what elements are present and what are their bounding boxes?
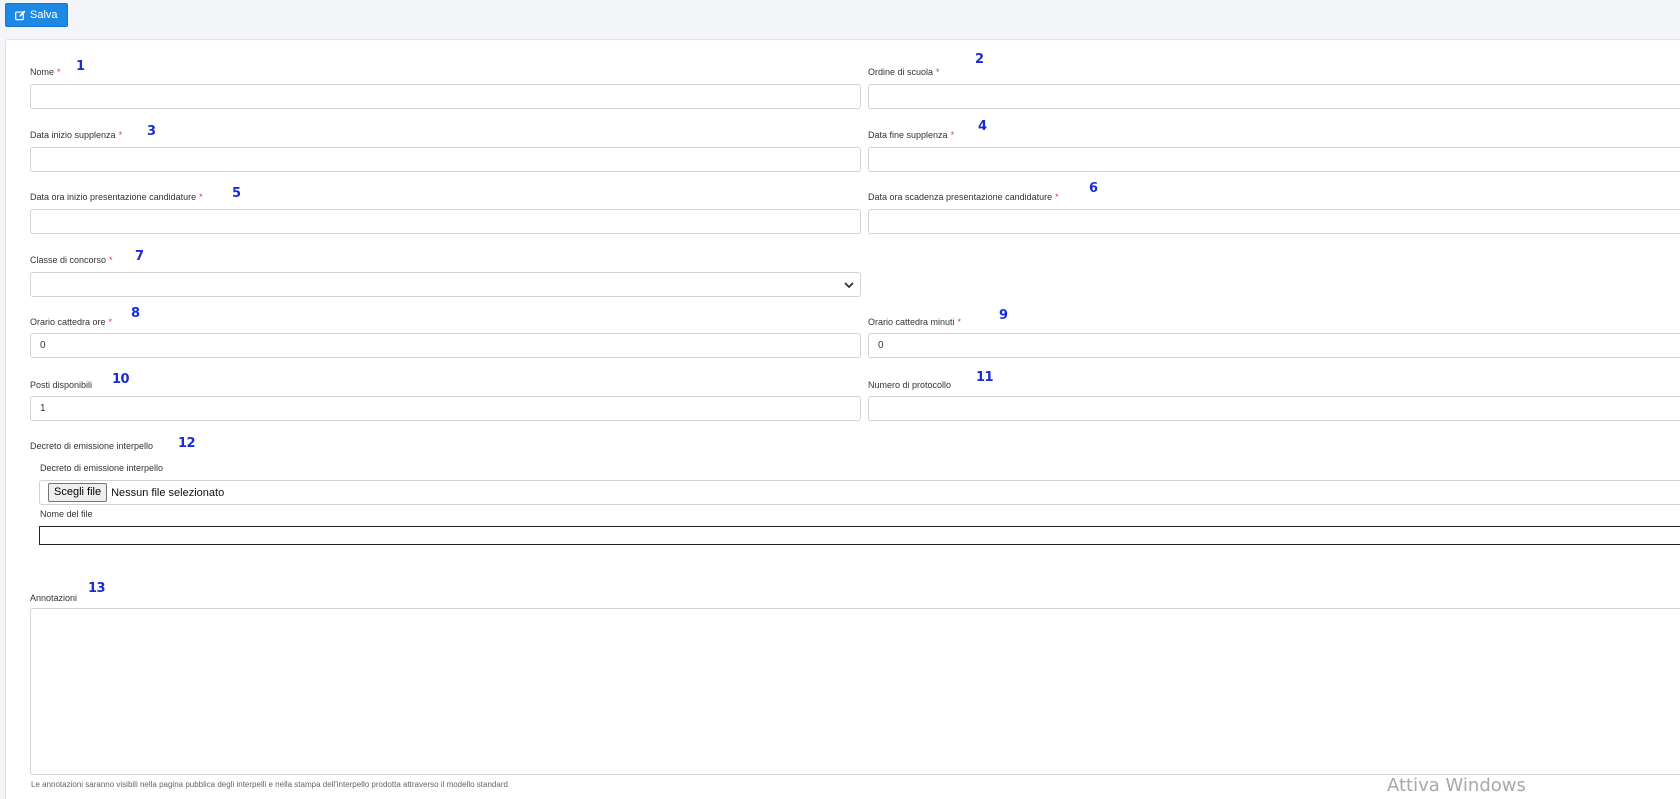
numero-di-protocollo-input[interactable] bbox=[868, 396, 1680, 421]
orario-cattedra-minuti-input[interactable]: 0 bbox=[868, 333, 1680, 358]
choose-file-button[interactable]: Scegli file bbox=[48, 483, 108, 502]
annotation-number-9: 9 bbox=[999, 308, 1008, 323]
edit-icon bbox=[15, 10, 26, 20]
annotation-number-12: 12 bbox=[178, 436, 196, 451]
numero-di-protocollo-label: Numero di protocollo bbox=[868, 380, 952, 390]
decreto-file-label: Decreto di emissione interpello bbox=[40, 463, 164, 473]
annotation-number-10: 10 bbox=[112, 372, 130, 387]
annotazioni-textarea[interactable] bbox=[30, 608, 1680, 775]
data-ora-inizio-presentazione-input[interactable] bbox=[30, 209, 861, 234]
nome-label: Nome * bbox=[30, 67, 61, 77]
data-ora-inizio-presentazione-label: Data ora inizio presentazione candidatur… bbox=[30, 192, 203, 202]
nome-input[interactable] bbox=[30, 84, 861, 109]
data-fine-supplenza-label: Data fine supplenza * bbox=[868, 130, 955, 140]
annotazioni-help-text: Le annotazioni saranno visibili nella pa… bbox=[31, 780, 508, 789]
save-button[interactable]: Salva bbox=[5, 3, 68, 27]
ordine-di-scuola-label: Ordine di scuola * bbox=[868, 67, 940, 77]
ordine-di-scuola-input[interactable] bbox=[868, 84, 1680, 109]
decreto-section-label: Decreto di emissione interpello bbox=[30, 441, 154, 451]
posti-disponibili-input[interactable]: 1 bbox=[30, 396, 861, 421]
annotation-number-7: 7 bbox=[135, 249, 144, 264]
orario-cattedra-minuti-label: Orario cattedra minuti * bbox=[868, 317, 962, 327]
nome-del-file-input[interactable] bbox=[39, 526, 1680, 545]
data-fine-supplenza-input[interactable] bbox=[868, 147, 1680, 172]
data-ora-scadenza-presentazione-input[interactable] bbox=[868, 209, 1680, 234]
annotazioni-label: Annotazioni bbox=[30, 593, 78, 603]
toolbar: Salva bbox=[0, 0, 1680, 38]
file-status-text: Nessun file selezionato bbox=[111, 486, 225, 499]
posti-disponibili-label: Posti disponibili bbox=[30, 380, 93, 390]
annotation-number-4: 4 bbox=[978, 119, 987, 134]
classe-di-concorso-label: Classe di concorso * bbox=[30, 255, 113, 265]
annotation-number-6: 6 bbox=[1089, 181, 1098, 196]
data-inizio-supplenza-label: Data inizio supplenza * bbox=[30, 130, 123, 140]
save-button-label: Salva bbox=[30, 9, 58, 21]
annotation-number-2: 2 bbox=[975, 52, 984, 67]
annotation-number-13: 13 bbox=[88, 581, 106, 596]
annotation-number-3: 3 bbox=[147, 124, 156, 139]
annotation-number-1: 1 bbox=[76, 59, 85, 74]
decreto-file-input[interactable]: Scegli file Nessun file selezionato bbox=[39, 480, 1680, 505]
data-ora-scadenza-presentazione-label: Data ora scadenza presentazione candidat… bbox=[868, 192, 1059, 202]
nome-del-file-label: Nome del file bbox=[40, 509, 93, 519]
orario-cattedra-ore-label: Orario cattedra ore * bbox=[30, 317, 113, 327]
chevron-down-icon bbox=[844, 282, 854, 289]
annotation-number-8: 8 bbox=[131, 306, 140, 321]
annotation-number-11: 11 bbox=[976, 370, 994, 385]
orario-cattedra-ore-input[interactable]: 0 bbox=[30, 333, 861, 358]
annotation-number-5: 5 bbox=[232, 186, 241, 201]
classe-di-concorso-select[interactable] bbox=[30, 272, 861, 297]
data-inizio-supplenza-input[interactable] bbox=[30, 147, 861, 172]
windows-activation-watermark: Attiva Windows bbox=[1387, 775, 1526, 796]
